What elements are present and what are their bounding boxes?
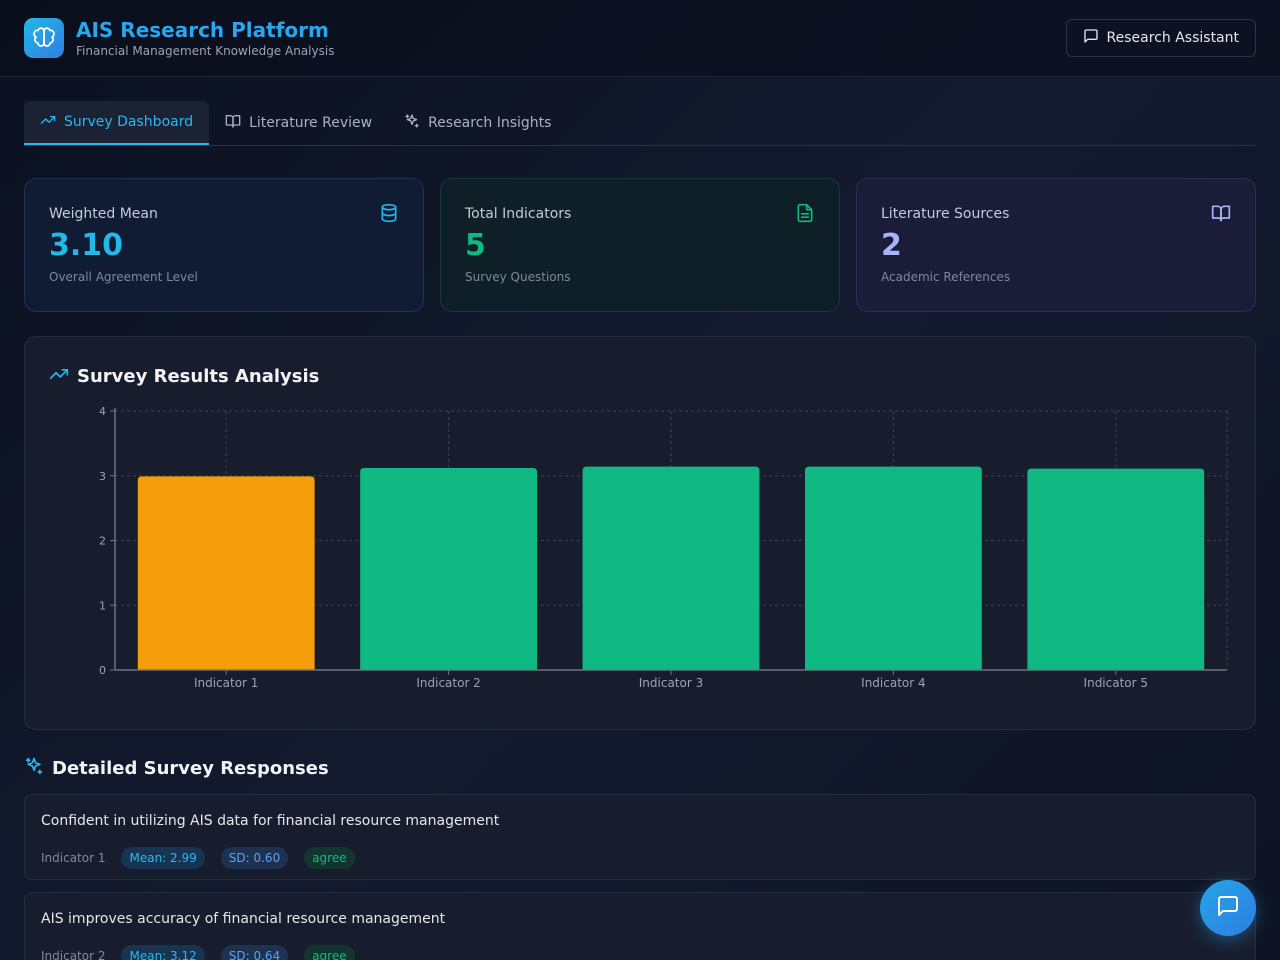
x-tick-label: Indicator 2 bbox=[416, 676, 480, 690]
stat-cards: Weighted Mean 3.10 Overall Agreement Lev… bbox=[24, 178, 1256, 312]
agreement-badge: agree bbox=[304, 847, 355, 869]
y-tick-label: 0 bbox=[99, 664, 106, 677]
card-sub: Overall Agreement Level bbox=[49, 270, 198, 284]
bar bbox=[1027, 468, 1205, 670]
response-question: AIS improves accuracy of financial resou… bbox=[41, 911, 446, 927]
tab-literature-review[interactable]: Literature Review bbox=[209, 101, 388, 145]
sparkles-icon bbox=[404, 113, 420, 133]
agreement-badge: agree bbox=[304, 945, 355, 960]
sd-badge: SD: 0.64 bbox=[220, 945, 289, 960]
card-value: 2 bbox=[881, 228, 902, 263]
brand: AIS Research Platform Financial Manageme… bbox=[24, 18, 334, 58]
bar bbox=[360, 467, 538, 670]
responses-section-title: Detailed Survey Responses bbox=[24, 756, 329, 781]
tab-research-insights[interactable]: Research Insights bbox=[388, 101, 567, 145]
x-tick-label: Indicator 3 bbox=[639, 676, 703, 690]
message-square-icon bbox=[1216, 894, 1240, 922]
message-square-icon bbox=[1083, 28, 1099, 48]
tab-survey-dashboard[interactable]: Survey Dashboard bbox=[24, 101, 210, 145]
trending-up-icon bbox=[40, 112, 56, 132]
section-title-text: Detailed Survey Responses bbox=[52, 758, 329, 779]
sparkles-icon bbox=[24, 756, 44, 781]
chat-fab-button[interactable] bbox=[1200, 880, 1256, 936]
card-value: 3.10 bbox=[49, 228, 124, 263]
survey-results-panel: Survey Results Analysis 0 1 2 3 4 Indicator 1… bbox=[24, 336, 1256, 730]
app-header: AIS Research Platform Financial Manageme… bbox=[0, 0, 1280, 77]
file-text-icon bbox=[795, 203, 815, 227]
tab-label: Research Insights bbox=[428, 115, 552, 131]
bar-chart: 0 1 2 3 4 Indicator 1 Indicator 2 Indicator 3 In… bbox=[99, 405, 1228, 690]
x-tick-label: Indicator 4 bbox=[861, 676, 925, 690]
list-item: Confident in utilizing AIS data for fina… bbox=[24, 794, 1256, 880]
tab-bar: Survey Dashboard Literature Review Resea… bbox=[24, 101, 1256, 146]
card-label: Total Indicators bbox=[465, 206, 572, 222]
response-indicator: Indicator 1 bbox=[41, 851, 106, 865]
y-tick-label: 2 bbox=[99, 535, 106, 548]
x-tick-label: Indicator 1 bbox=[194, 676, 258, 690]
total-indicators-card: Total Indicators 5 Survey Questions bbox=[440, 178, 840, 312]
card-label: Literature Sources bbox=[881, 206, 1010, 222]
y-tick-label: 4 bbox=[99, 405, 106, 418]
list-item: AIS improves accuracy of financial resou… bbox=[24, 892, 1256, 960]
literature-sources-card: Literature Sources 2 Academic References bbox=[856, 178, 1256, 312]
bar bbox=[804, 466, 982, 670]
brain-icon bbox=[24, 18, 64, 58]
response-meta: Indicator 2 Mean: 3.12 SD: 0.64 agree bbox=[41, 945, 1239, 960]
response-indicator: Indicator 2 bbox=[41, 949, 106, 960]
mean-badge: Mean: 3.12 bbox=[121, 945, 205, 960]
response-question: Confident in utilizing AIS data for fina… bbox=[41, 813, 500, 829]
y-tick-label: 3 bbox=[99, 470, 106, 483]
research-assistant-label: Research Assistant bbox=[1106, 30, 1239, 46]
tab-label: Literature Review bbox=[249, 115, 373, 131]
app-title: AIS Research Platform bbox=[76, 18, 329, 42]
mean-badge: Mean: 2.99 bbox=[121, 847, 205, 869]
bar bbox=[582, 466, 760, 670]
response-meta: Indicator 1 Mean: 2.99 SD: 0.60 agree bbox=[41, 847, 1239, 869]
card-value: 5 bbox=[465, 228, 486, 263]
card-sub: Survey Questions bbox=[465, 270, 571, 284]
card-sub: Academic References bbox=[881, 270, 1011, 284]
bar bbox=[137, 476, 315, 670]
sd-badge: SD: 0.60 bbox=[220, 847, 289, 869]
card-label: Weighted Mean bbox=[49, 206, 158, 222]
app-subtitle: Financial Management Knowledge Analysis bbox=[76, 44, 335, 58]
book-open-icon bbox=[225, 113, 241, 133]
y-tick-label: 1 bbox=[99, 599, 106, 612]
book-open-icon bbox=[1211, 203, 1231, 227]
database-icon bbox=[379, 203, 399, 227]
tab-label: Survey Dashboard bbox=[64, 114, 194, 130]
weighted-mean-card: Weighted Mean 3.10 Overall Agreement Lev… bbox=[24, 178, 424, 312]
research-assistant-button[interactable]: Research Assistant bbox=[1065, 19, 1256, 57]
x-tick-label: Indicator 5 bbox=[1084, 676, 1148, 690]
